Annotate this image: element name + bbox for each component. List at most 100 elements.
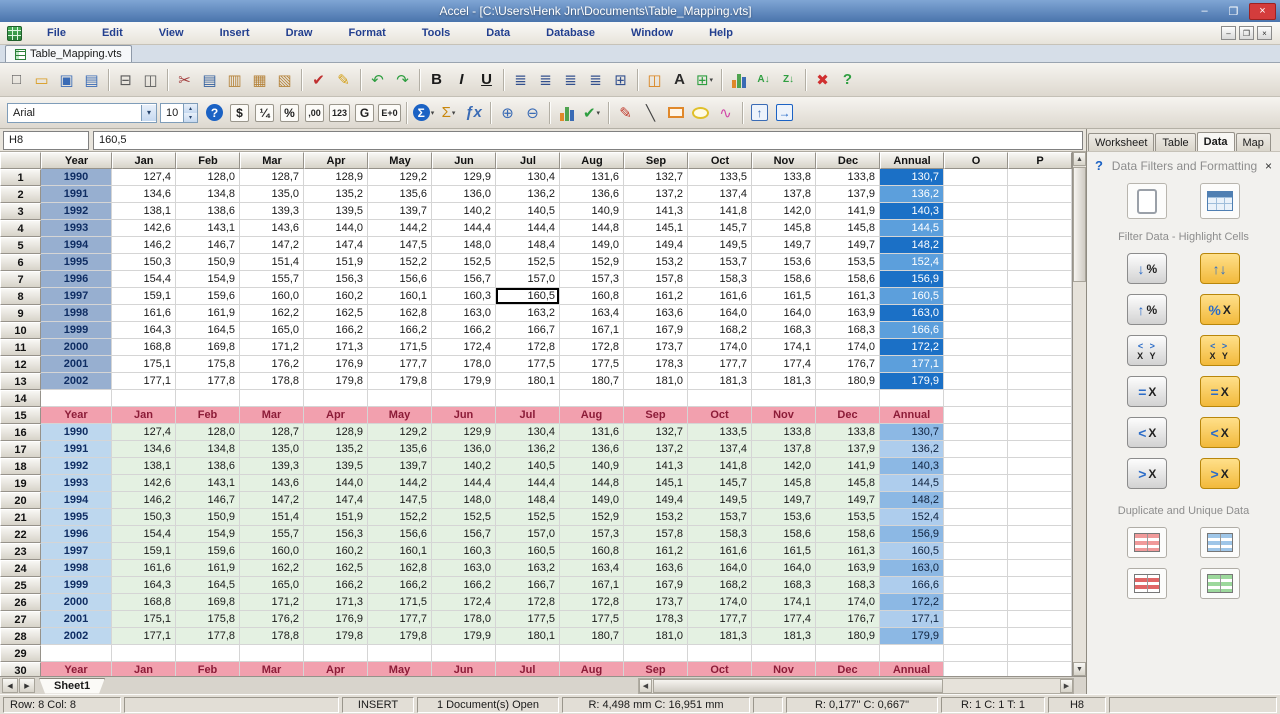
cell[interactable]: 127,4 [112, 424, 176, 441]
cell[interactable]: 163,0 [432, 560, 496, 577]
row-header[interactable]: 8 [0, 288, 41, 305]
cell[interactable] [944, 237, 1008, 254]
extract-unique-rows-button[interactable] [1200, 568, 1240, 599]
cell[interactable]: 141,3 [624, 203, 688, 220]
autosum-icon[interactable]: Σ▾ [411, 101, 436, 125]
paste-special-icon[interactable]: ▦ [247, 68, 272, 92]
cell[interactable]: 181,3 [688, 628, 752, 645]
cell[interactable]: 130,4 [496, 169, 560, 186]
cell[interactable] [496, 645, 560, 662]
cell[interactable]: 136,6 [560, 186, 624, 203]
cell[interactable]: 157,8 [624, 526, 688, 543]
column-header-aug[interactable]: Aug [560, 152, 624, 169]
cell[interactable] [944, 271, 1008, 288]
cell[interactable]: 133,5 [688, 169, 752, 186]
row-header[interactable]: 3 [0, 203, 41, 220]
scientific-icon[interactable]: E+0 [377, 101, 402, 125]
column-header-may[interactable]: May [368, 152, 432, 169]
cell[interactable]: 128,9 [304, 169, 368, 186]
cell[interactable]: Year [41, 407, 112, 424]
font-size-down-icon[interactable]: ▾ [184, 113, 197, 122]
cell[interactable]: 164,0 [688, 305, 752, 322]
cell[interactable]: 139,5 [304, 203, 368, 220]
cell[interactable] [944, 288, 1008, 305]
cell[interactable]: Sep [624, 662, 688, 676]
cell[interactable] [1008, 220, 1072, 237]
cell[interactable]: 173,7 [624, 594, 688, 611]
cell[interactable]: 2002 [41, 628, 112, 645]
cell[interactable]: 175,8 [176, 356, 240, 373]
row-header[interactable]: 30 [0, 662, 41, 676]
column-header-o[interactable]: O [944, 152, 1008, 169]
cell[interactable]: 144,8 [560, 220, 624, 237]
cell[interactable]: 162,5 [304, 305, 368, 322]
cell[interactable]: 144,2 [368, 220, 432, 237]
cell[interactable]: 141,8 [688, 458, 752, 475]
panel-close-icon[interactable]: × [1260, 159, 1272, 173]
cell[interactable]: 149,5 [688, 237, 752, 254]
cell[interactable]: 158,6 [752, 271, 816, 288]
cell[interactable]: 163,6 [624, 305, 688, 322]
cell[interactable] [944, 458, 1008, 475]
cell[interactable]: 156,6 [368, 271, 432, 288]
cell[interactable]: 132,7 [624, 169, 688, 186]
cell[interactable]: 179,8 [304, 373, 368, 390]
cell[interactable]: 177,1 [880, 356, 944, 373]
cell[interactable]: 166,2 [368, 322, 432, 339]
cell[interactable] [944, 356, 1008, 373]
cell[interactable]: 146,2 [112, 237, 176, 254]
line-icon[interactable]: ╲ [638, 101, 663, 125]
cell[interactable]: 146,7 [176, 492, 240, 509]
cell[interactable] [1008, 560, 1072, 577]
cell[interactable]: 134,8 [176, 441, 240, 458]
highlighter-icon[interactable]: ✎ [331, 68, 356, 92]
cell[interactable]: 179,8 [368, 373, 432, 390]
cut-icon[interactable]: ✂ [172, 68, 197, 92]
cell[interactable]: Dec [816, 662, 880, 676]
cell[interactable]: 136,6 [560, 441, 624, 458]
cell[interactable]: 150,3 [112, 509, 176, 526]
cell[interactable]: 168,3 [752, 577, 816, 594]
cell[interactable] [944, 254, 1008, 271]
zoom-in-icon[interactable]: ⊕ [495, 101, 520, 125]
cell[interactable]: Jul [496, 662, 560, 676]
cell[interactable]: 166,2 [304, 577, 368, 594]
cell[interactable]: 128,7 [240, 169, 304, 186]
cell[interactable] [944, 169, 1008, 186]
cell[interactable]: 133,8 [816, 169, 880, 186]
cell[interactable]: 162,2 [240, 560, 304, 577]
cell[interactable]: 165,0 [240, 577, 304, 594]
cell[interactable]: 157,0 [496, 526, 560, 543]
cell[interactable]: 161,2 [624, 543, 688, 560]
cell[interactable]: May [368, 407, 432, 424]
cell[interactable]: 164,5 [176, 322, 240, 339]
insert-chart-icon[interactable] [726, 68, 751, 92]
dropdown-arrow-icon[interactable]: ▾ [452, 109, 456, 117]
cell[interactable]: 154,4 [112, 271, 176, 288]
cell[interactable]: 162,5 [304, 560, 368, 577]
cell[interactable]: 143,1 [176, 475, 240, 492]
print-preview-icon[interactable]: ◫ [138, 68, 163, 92]
highlight-greater-than-button[interactable]: >X [1200, 458, 1240, 489]
cell[interactable]: Nov [752, 407, 816, 424]
cell[interactable] [368, 645, 432, 662]
general-format-icon[interactable]: G [352, 101, 377, 125]
cell[interactable]: 1997 [41, 288, 112, 305]
cell[interactable] [944, 322, 1008, 339]
horizontal-scrollbar[interactable]: ◀ ▶ [638, 678, 1074, 694]
cell[interactable] [304, 390, 368, 407]
cell[interactable]: 133,5 [688, 424, 752, 441]
cell[interactable] [688, 645, 752, 662]
cell[interactable]: 153,2 [624, 509, 688, 526]
cell[interactable]: 159,6 [176, 288, 240, 305]
cell[interactable]: 149,0 [560, 492, 624, 509]
highlight-unique-rows-button[interactable] [1200, 527, 1240, 558]
cell[interactable]: 177,4 [752, 356, 816, 373]
cell[interactable]: 159,1 [112, 543, 176, 560]
cell[interactable]: 178,3 [624, 356, 688, 373]
cell[interactable]: 136,2 [880, 441, 944, 458]
cell[interactable]: 137,4 [688, 441, 752, 458]
number-format-icon[interactable]: 123 [327, 101, 352, 125]
cell[interactable]: 166,2 [432, 577, 496, 594]
cell[interactable]: 145,1 [624, 220, 688, 237]
